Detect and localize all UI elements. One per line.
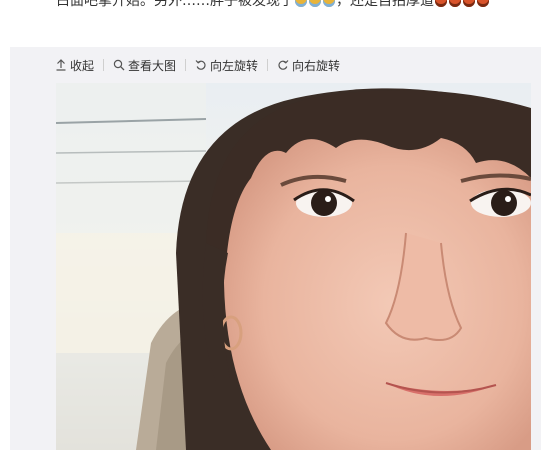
- view-large-label: 查看大图: [128, 58, 177, 73]
- view-large-button[interactable]: 查看大图: [113, 57, 176, 74]
- rotate-right-button[interactable]: 向右旋转: [277, 57, 340, 74]
- collapse-button[interactable]: 收起: [55, 57, 94, 74]
- toolbar-divider: [267, 59, 269, 71]
- post-text: 白面吧掌开始。另外……胖子被发现了 ，还是自拍厚道: [56, 0, 541, 26]
- arrow-up-icon: [55, 59, 67, 71]
- image-toolbar: 收起 查看大图 向左旋转 向右旋转: [10, 47, 541, 83]
- collapse-label: 收起: [70, 58, 95, 73]
- toolbar-divider: [185, 59, 187, 71]
- angry-emoji-icon: [477, 0, 489, 7]
- laugh-emoji-icon: [309, 0, 321, 7]
- laugh-emoji-icon: [323, 0, 335, 7]
- angry-emoji-icon: [449, 0, 461, 7]
- selfie-photo[interactable]: [56, 83, 531, 450]
- post-text-part2: ，还是自拍厚道: [336, 0, 434, 9]
- magnifier-icon: [113, 59, 125, 71]
- rotate-left-button[interactable]: 向左旋转: [195, 57, 258, 74]
- angry-emoji-icon: [463, 0, 475, 7]
- laugh-emoji-icon: [295, 0, 307, 7]
- rotate-left-label: 向左旋转: [210, 58, 259, 73]
- rotate-right-label: 向右旋转: [292, 58, 341, 73]
- rotate-left-icon: [195, 59, 207, 71]
- media-viewer: 收起 查看大图 向左旋转 向右旋转: [10, 47, 541, 450]
- toolbar-divider: [103, 59, 105, 71]
- rotate-right-icon: [277, 59, 289, 71]
- post-text-part1: 白面吧掌开始。另外……胖子被发现了: [56, 0, 294, 9]
- angry-emoji-icon: [435, 0, 447, 7]
